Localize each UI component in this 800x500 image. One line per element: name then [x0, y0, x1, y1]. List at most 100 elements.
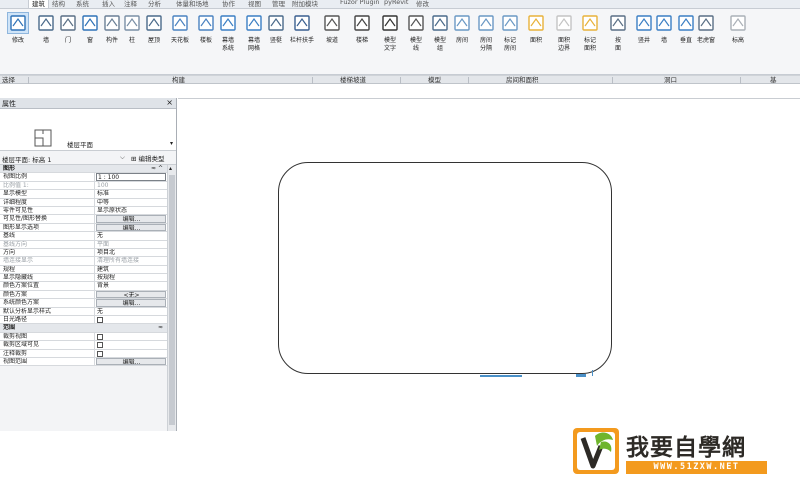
tool-stair-button[interactable]: 楼梯	[348, 12, 376, 45]
property-value[interactable]: 1 : 100	[96, 173, 166, 181]
tool-level-button[interactable]: 标高	[724, 12, 752, 45]
tool-label: 标记 面积	[583, 37, 596, 52]
level-icon	[730, 15, 746, 31]
edit-type-button[interactable]: ⊞ 编辑类型	[131, 153, 165, 163]
tool-label: 栏杆扶手	[289, 37, 314, 44]
checkbox[interactable]	[97, 350, 103, 357]
tab-4[interactable]: 注释	[124, 0, 137, 8]
checkbox[interactable]	[97, 317, 103, 324]
panel-title-1: 构建	[172, 76, 185, 84]
property-row: 裁剪区域可见	[0, 341, 167, 350]
ramp-icon	[324, 15, 340, 31]
drawing-area[interactable]	[178, 98, 800, 431]
property-edit-button[interactable]: 编辑...	[96, 299, 166, 307]
property-edit-button[interactable]: <无>	[96, 290, 166, 299]
tool-label: 按 面	[614, 37, 621, 52]
close-icon[interactable]: ×	[166, 98, 173, 107]
property-value[interactable]: 按规程	[96, 274, 166, 281]
property-row: 详细程度 中等	[0, 198, 167, 207]
tab-11[interactable]: Fuzor Plugin	[340, 0, 380, 6]
tag-room-icon	[502, 15, 518, 31]
instance-filter[interactable]: 楼层平面: 标高 1	[2, 154, 51, 164]
tool-label: 修改	[11, 37, 24, 44]
properties-scrollbar[interactable]: ▴	[167, 165, 176, 431]
tool-tag-area-button[interactable]: 标记 面积	[576, 12, 604, 53]
tool-icon-frame	[169, 12, 191, 34]
property-value[interactable]: 显示原状态	[96, 207, 166, 214]
property-value[interactable]: 背景	[96, 282, 166, 289]
tool-dormer-button[interactable]: 老虎窗	[692, 12, 720, 45]
property-value[interactable]: 项目北	[96, 249, 166, 256]
property-group[interactable]: 范围 ≈	[0, 324, 167, 333]
panel-separator	[28, 77, 29, 84]
collapse-toggle-icon[interactable]: ≈	[158, 324, 163, 332]
tool-by-face-button[interactable]: 按 面	[604, 12, 632, 53]
property-value[interactable]: 标准	[96, 190, 166, 197]
type-selector[interactable]: 楼层平面 ▾	[0, 109, 176, 151]
property-row: 日光路径	[0, 316, 167, 325]
property-value[interactable]: 无	[96, 308, 166, 315]
property-edit-button[interactable]: 编辑...	[96, 223, 166, 232]
tab-9[interactable]: 管理	[272, 0, 285, 8]
property-value[interactable]: 建筑	[96, 266, 166, 273]
tool-area-boundary-button[interactable]: 面积 边界	[550, 12, 578, 53]
tab-1[interactable]: 结构	[52, 0, 65, 8]
area-boundary-icon	[556, 15, 572, 31]
tool-tag-room-button[interactable]: 标记 房间	[496, 12, 524, 53]
property-group[interactable]: 图形 ≈ ^	[0, 165, 167, 174]
ribbon-panel-titles: 选择 构建 楼梯坡道 模型 房间和面积 洞口 基	[0, 75, 800, 84]
tool-icon-frame	[579, 12, 601, 34]
tool-railing-button[interactable]: 栏杆扶手	[288, 12, 316, 45]
tool-label: 面积 边界	[557, 37, 570, 52]
tool-mullion-button[interactable]: 竖梃	[262, 12, 290, 45]
tab-7[interactable]: 协作	[222, 0, 235, 8]
tool-roof-button[interactable]: 屋顶	[140, 12, 168, 45]
tag-area-icon	[582, 15, 598, 31]
panel-title-4: 房间和面积	[506, 76, 539, 84]
property-value[interactable]: 无	[96, 232, 166, 239]
tab-2[interactable]: 系统	[76, 0, 89, 8]
tab-6[interactable]: 体量和场地	[176, 0, 209, 8]
tab-0[interactable]: 建筑	[28, 0, 49, 8]
property-row: 颜色方案位置 背景	[0, 282, 167, 291]
property-row: 基线无	[0, 232, 167, 241]
tab-8[interactable]: 视图	[248, 0, 261, 8]
scroll-up-icon[interactable]: ▴	[169, 165, 172, 172]
property-edit-button[interactable]: 编辑...	[96, 357, 166, 366]
tab-3[interactable]: 插入	[102, 0, 115, 8]
tab-13[interactable]: 修改	[416, 0, 429, 8]
property-checkbox-cell[interactable]	[96, 341, 166, 349]
checkbox[interactable]	[97, 333, 103, 340]
property-row: 视图范围 编辑...	[0, 357, 167, 367]
property-name: 墙连接显示	[0, 257, 95, 265]
property-checkbox-cell[interactable]	[96, 350, 166, 357]
filter-chevron-icon[interactable]: ⌵	[120, 153, 125, 162]
property-value[interactable]: 中等	[96, 199, 166, 206]
instance-filter-row: 楼层平面: 标高 1 ⌵ ⊞ 编辑类型	[0, 151, 176, 165]
tab-10[interactable]: 附加模块	[292, 0, 318, 8]
tool-ramp-button[interactable]: 坡道	[318, 12, 346, 45]
tab-5[interactable]: 分析	[148, 0, 161, 8]
rounded-rectangle-sketch[interactable]	[278, 162, 612, 374]
property-name: 视图范围	[0, 357, 95, 366]
property-checkbox-cell[interactable]	[96, 316, 166, 324]
property-checkbox-cell[interactable]	[96, 333, 166, 340]
checkbox[interactable]	[97, 342, 103, 349]
scroll-thumb[interactable]	[169, 175, 175, 425]
tool-ceiling-button[interactable]: 天花板	[166, 12, 194, 45]
collapse-toggle-icon[interactable]: ≈ ^	[151, 165, 163, 173]
property-name: 规程	[0, 265, 95, 274]
tool-cursor-button[interactable]: 修改	[4, 12, 32, 45]
dormer-icon	[698, 15, 714, 31]
tab-12[interactable]: pyRevit	[384, 0, 408, 6]
chevron-down-icon[interactable]: ▾	[170, 140, 173, 147]
tool-curtain-system-button[interactable]: 幕墙 系统	[214, 12, 242, 53]
tool-icon-frame	[553, 12, 575, 34]
logo-url: WWW.51ZXW.NET	[626, 461, 767, 474]
property-edit-button[interactable]: 编辑...	[96, 215, 166, 223]
tool-area-button[interactable]: 面积	[522, 12, 550, 45]
tool-icon-frame	[451, 12, 473, 34]
property-name: 裁剪视图	[0, 332, 95, 341]
tool-model-text-button[interactable]: 模型 文字	[376, 12, 404, 53]
property-name: 图形	[3, 165, 16, 172]
